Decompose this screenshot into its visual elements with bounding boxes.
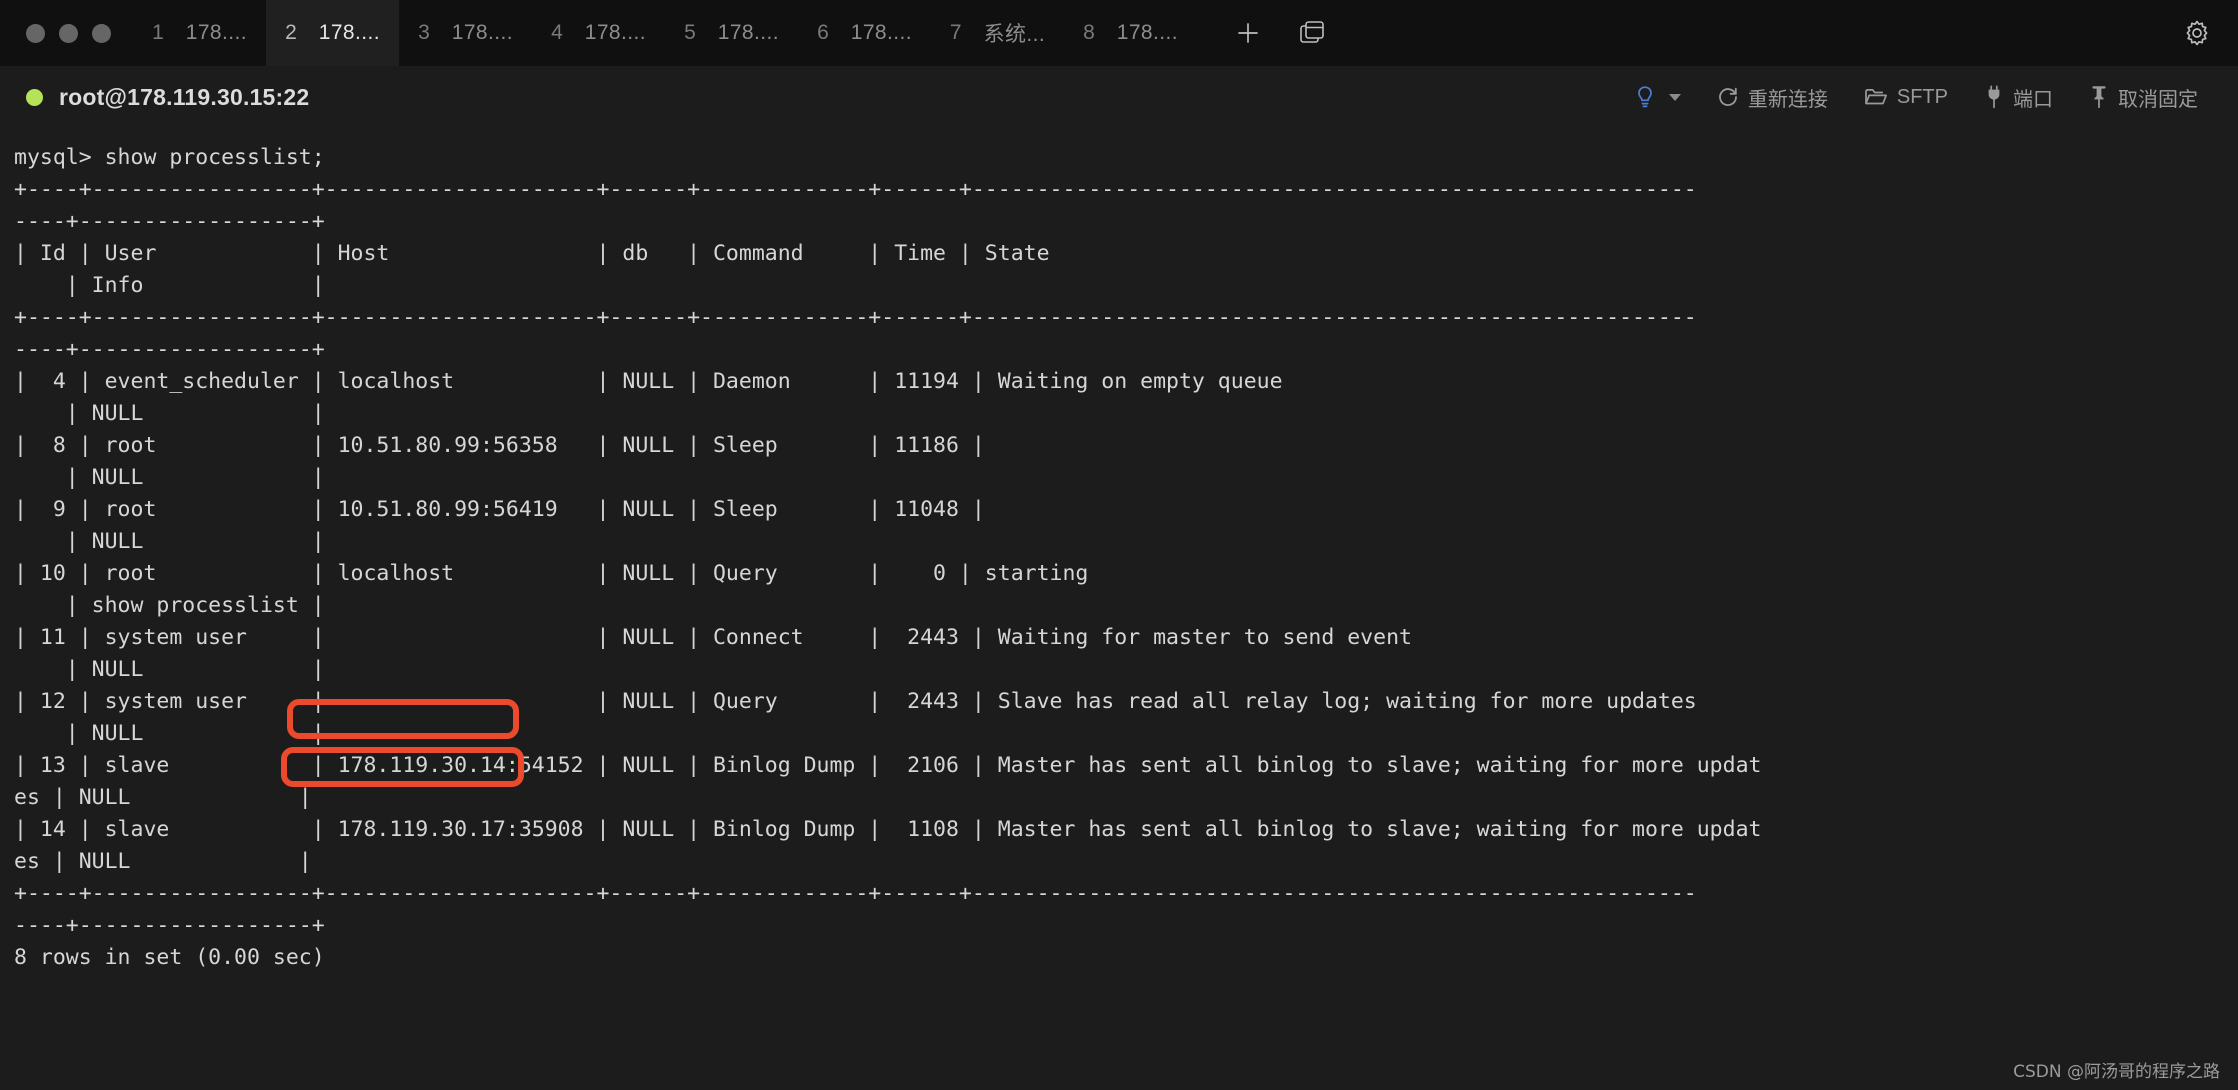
terminal-output: mysql> show processlist; +----+---------… [14,145,1762,970]
tab-label: 178.... [185,21,247,44]
connection-actions: 重新连接 SFTP 端口 取消固定 [1616,77,2216,117]
unpin-label: 取消固定 [2118,88,2198,111]
session-tab-4[interactable]: 4 178.... [532,0,665,66]
tips-button[interactable] [1616,77,1699,117]
minimize-window-button[interactable] [59,23,78,43]
refresh-icon [1717,86,1739,108]
tab-label: 178.... [318,21,380,44]
tab-index: 1 [152,21,164,44]
tab-label: 178.... [717,21,779,44]
port-button[interactable]: 端口 [1966,77,2071,117]
connection-title: root@178.119.30.15:22 [59,83,310,110]
tab-index: 7 [949,21,962,44]
close-window-button[interactable] [26,23,45,43]
gear-icon[interactable] [2182,18,2212,48]
connection-bar: root@178.119.30.15:22 重新连接 SFTP 端口 取消固定 [0,66,2238,128]
connection-identity: root@178.119.30.15:22 [26,84,309,111]
session-tab-6[interactable]: 6 178.... [798,0,931,66]
tab-index: 4 [551,21,563,44]
tab-index: 2 [285,21,297,44]
session-tab-5[interactable]: 5 178.... [665,0,798,66]
plus-icon[interactable] [1233,18,1263,48]
folder-icon [1864,86,1888,108]
session-tab-7[interactable]: 7 系统... [931,0,1064,66]
tab-index: 6 [817,21,829,44]
session-tab-8[interactable]: 8 178.... [1064,0,1197,66]
tab-label: 178.... [584,21,646,44]
session-tab-2[interactable]: 2 178.... [266,0,399,66]
sftp-label: SFTP [1896,85,1948,108]
sftp-button[interactable]: SFTP [1846,77,1966,117]
tab-index: 5 [684,21,696,44]
reconnect-label: 重新连接 [1747,88,1828,111]
terminal-pane[interactable]: mysql> show processlist; +----+---------… [0,128,2238,1090]
tab-label: 178.... [1116,21,1178,44]
window-controls [0,0,133,66]
connection-status-dot [26,88,43,106]
tab-bar-actions [1197,0,1327,66]
tab-label: 系统... [983,23,1046,46]
pin-icon [2089,85,2109,109]
session-tab-3[interactable]: 3 178.... [399,0,532,66]
unpin-button[interactable]: 取消固定 [2071,77,2216,117]
maximize-window-button[interactable] [92,23,111,43]
tab-index: 3 [418,21,430,44]
session-tab-1[interactable]: 1 178.... [133,0,266,66]
plug-icon [1984,85,2004,109]
tab-bar-right [2182,0,2238,66]
reconnect-button[interactable]: 重新连接 [1699,77,1846,117]
tab-label: 178.... [451,21,513,44]
tab-label: 178.... [850,21,912,44]
tab-bar: 1 178.... 2 178.... 3 178.... 4 178.... 5 178....… [0,0,2238,66]
tab-index: 8 [1083,21,1095,44]
port-label: 端口 [2013,88,2053,111]
chevron-down-icon[interactable] [1668,93,1681,101]
session-tabs: 1 178.... 2 178.... 3 178.... 4 178.... 5 178....… [133,0,1197,66]
lightbulb-icon [1634,85,1656,109]
watermark: CSDN @阿汤哥的程序之路 [2013,1062,2220,1082]
window-stack-icon[interactable] [1297,18,1327,48]
